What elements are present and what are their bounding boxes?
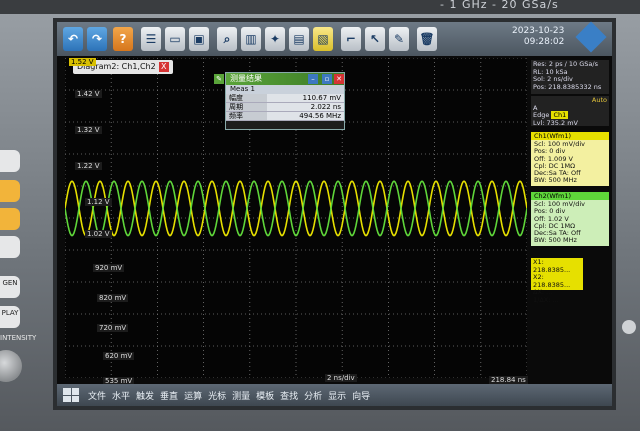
menu-cursor[interactable]: 光标 bbox=[205, 389, 229, 402]
acquire-icon[interactable]: ✦ bbox=[265, 27, 285, 51]
menu-search[interactable]: 查找 bbox=[277, 389, 301, 402]
bezel-top-text: - 1 GHz - 20 GSa/s bbox=[440, 0, 559, 11]
side-button-1[interactable] bbox=[0, 150, 20, 172]
delete-icon[interactable]: 🗑 bbox=[417, 27, 437, 51]
meas-row-amplitude: 幅度 110.67 mV bbox=[226, 94, 344, 103]
diagram-close-icon[interactable]: X bbox=[158, 62, 169, 72]
toolbar: ↶ ↷ ? ☰ ▭ ▣ ⌕ ▥ ✦ ▤ ▧ ⌐ ↖ ✎ 🗑 2023-10-23… bbox=[57, 21, 612, 56]
info-sidebar: Res: 2 ps / 10 GSa/s RL: 10 kSa Sol: 2 n… bbox=[531, 60, 611, 378]
help-icon[interactable]: ? bbox=[113, 27, 133, 51]
menu-analysis[interactable]: 分析 bbox=[301, 389, 325, 402]
knob-label: INTENSITY bbox=[0, 334, 37, 342]
measurement-subtitle: Meas 1 bbox=[226, 85, 344, 94]
menu-vertical[interactable]: 垂直 bbox=[157, 389, 181, 402]
volt-label-0: 1.52 V bbox=[69, 58, 96, 66]
ch1-settings[interactable]: Scl: 100 mV/div Pos: 0 div Off: 1.009 V … bbox=[531, 140, 609, 186]
date-text: 2023-10-23 bbox=[512, 26, 565, 36]
mouse-icon[interactable]: ↖ bbox=[365, 27, 385, 51]
measurement-panel[interactable]: 测量结果 ✎ – ▫ ✕ Meas 1 幅度 110.67 mV 周期 2.02… bbox=[214, 72, 345, 130]
undo-icon[interactable]: ↶ bbox=[63, 27, 83, 51]
menu-math[interactable]: 运算 bbox=[181, 389, 205, 402]
volt-label-1: 1.42 V bbox=[75, 90, 102, 98]
side-button-3[interactable] bbox=[0, 208, 20, 230]
measurement-header: 测量结果 ✎ – ▫ ✕ bbox=[214, 73, 344, 85]
minimize-icon[interactable]: – bbox=[308, 74, 318, 84]
volt-label-9: 620 mV bbox=[103, 352, 135, 360]
volt-label-6: 920 mV bbox=[93, 264, 125, 272]
menu-mask[interactable]: 模板 bbox=[253, 389, 277, 402]
side-button-2[interactable] bbox=[0, 180, 20, 202]
side-button-gen[interactable]: GEN bbox=[0, 276, 20, 298]
side-button-4[interactable] bbox=[0, 236, 20, 258]
save-icon[interactable]: ▣ bbox=[189, 27, 209, 51]
brand-logo bbox=[575, 21, 607, 53]
volt-label-5: 1.02 V bbox=[85, 230, 112, 238]
side-button-play[interactable]: PLAY bbox=[0, 306, 20, 328]
cursor-info[interactable]: X1: 218.8385... X2: 218.8385... ΔX: ... … bbox=[531, 258, 583, 303]
trigger-info[interactable]: Auto A Edge Ch1 Lvl: 735.2 mV bbox=[531, 96, 609, 126]
open-icon[interactable]: ▭ bbox=[165, 27, 185, 51]
volt-label-3: 1.22 V bbox=[75, 162, 102, 170]
menu-icon[interactable]: ☰ bbox=[141, 27, 161, 51]
menu-bar: 文件 水平 触发 垂直 运算 光标 测量 模板 查找 分析 显示 向导 bbox=[57, 384, 612, 406]
bezel-top-strip: - 1 GHz - 20 GSa/s bbox=[0, 0, 640, 14]
time-text: 09:28:02 bbox=[523, 37, 565, 47]
volt-label-7: 820 mV bbox=[97, 294, 129, 302]
meas-row-period: 周期 2.022 ns bbox=[226, 103, 344, 112]
zoom-icon[interactable]: ⌕ bbox=[217, 27, 237, 51]
zone-icon[interactable]: ▧ bbox=[313, 27, 333, 51]
ch2-title[interactable]: Ch2(Wfm1) bbox=[531, 192, 609, 200]
time-position-label: 218.84 ns bbox=[489, 376, 528, 384]
menu-file[interactable]: 文件 bbox=[85, 389, 109, 402]
cursor-icon[interactable]: ▤ bbox=[289, 27, 309, 51]
app-grid-icon[interactable] bbox=[63, 388, 79, 402]
menu-trigger[interactable]: 触发 bbox=[133, 389, 157, 402]
oscilloscope-screen: ↶ ↷ ? ☰ ▭ ▣ ⌕ ▥ ✦ ▤ ▧ ⌐ ↖ ✎ 🗑 2023-10-23… bbox=[57, 21, 612, 406]
ch2-settings[interactable]: Scl: 100 mV/div Pos: 0 div Off: 1.02 V C… bbox=[531, 200, 609, 246]
measure-icon[interactable]: ▥ bbox=[241, 27, 261, 51]
acquisition-info[interactable]: Res: 2 ps / 10 GSa/s RL: 10 kSa Sol: 2 n… bbox=[531, 60, 609, 94]
ch1-title[interactable]: Ch1(Wfm1) bbox=[531, 132, 609, 140]
tools-icon[interactable]: ✎ bbox=[389, 27, 409, 51]
menu-horizontal[interactable]: 水平 bbox=[109, 389, 133, 402]
maximize-icon[interactable]: ▫ bbox=[322, 74, 332, 84]
time-scale-label: 2 ns/div bbox=[325, 374, 357, 382]
right-indicator bbox=[622, 320, 636, 334]
menu-wizard[interactable]: 向导 bbox=[349, 389, 373, 402]
close-icon[interactable]: ✕ bbox=[334, 74, 344, 84]
volt-label-8: 720 mV bbox=[97, 324, 129, 332]
measurement-title: 测量结果 bbox=[230, 74, 262, 83]
menu-measure[interactable]: 测量 bbox=[229, 389, 253, 402]
redo-icon[interactable]: ↷ bbox=[87, 27, 107, 51]
datetime: 2023-10-23 09:28:02 bbox=[512, 26, 564, 48]
trigger-icon[interactable]: ⌐ bbox=[341, 27, 361, 51]
meas-row-frequency: 频率 494.56 MHz bbox=[226, 112, 344, 121]
volt-label-2: 1.32 V bbox=[75, 126, 102, 134]
menu-display[interactable]: 显示 bbox=[325, 389, 349, 402]
volt-label-4: 1.12 V bbox=[85, 198, 112, 206]
